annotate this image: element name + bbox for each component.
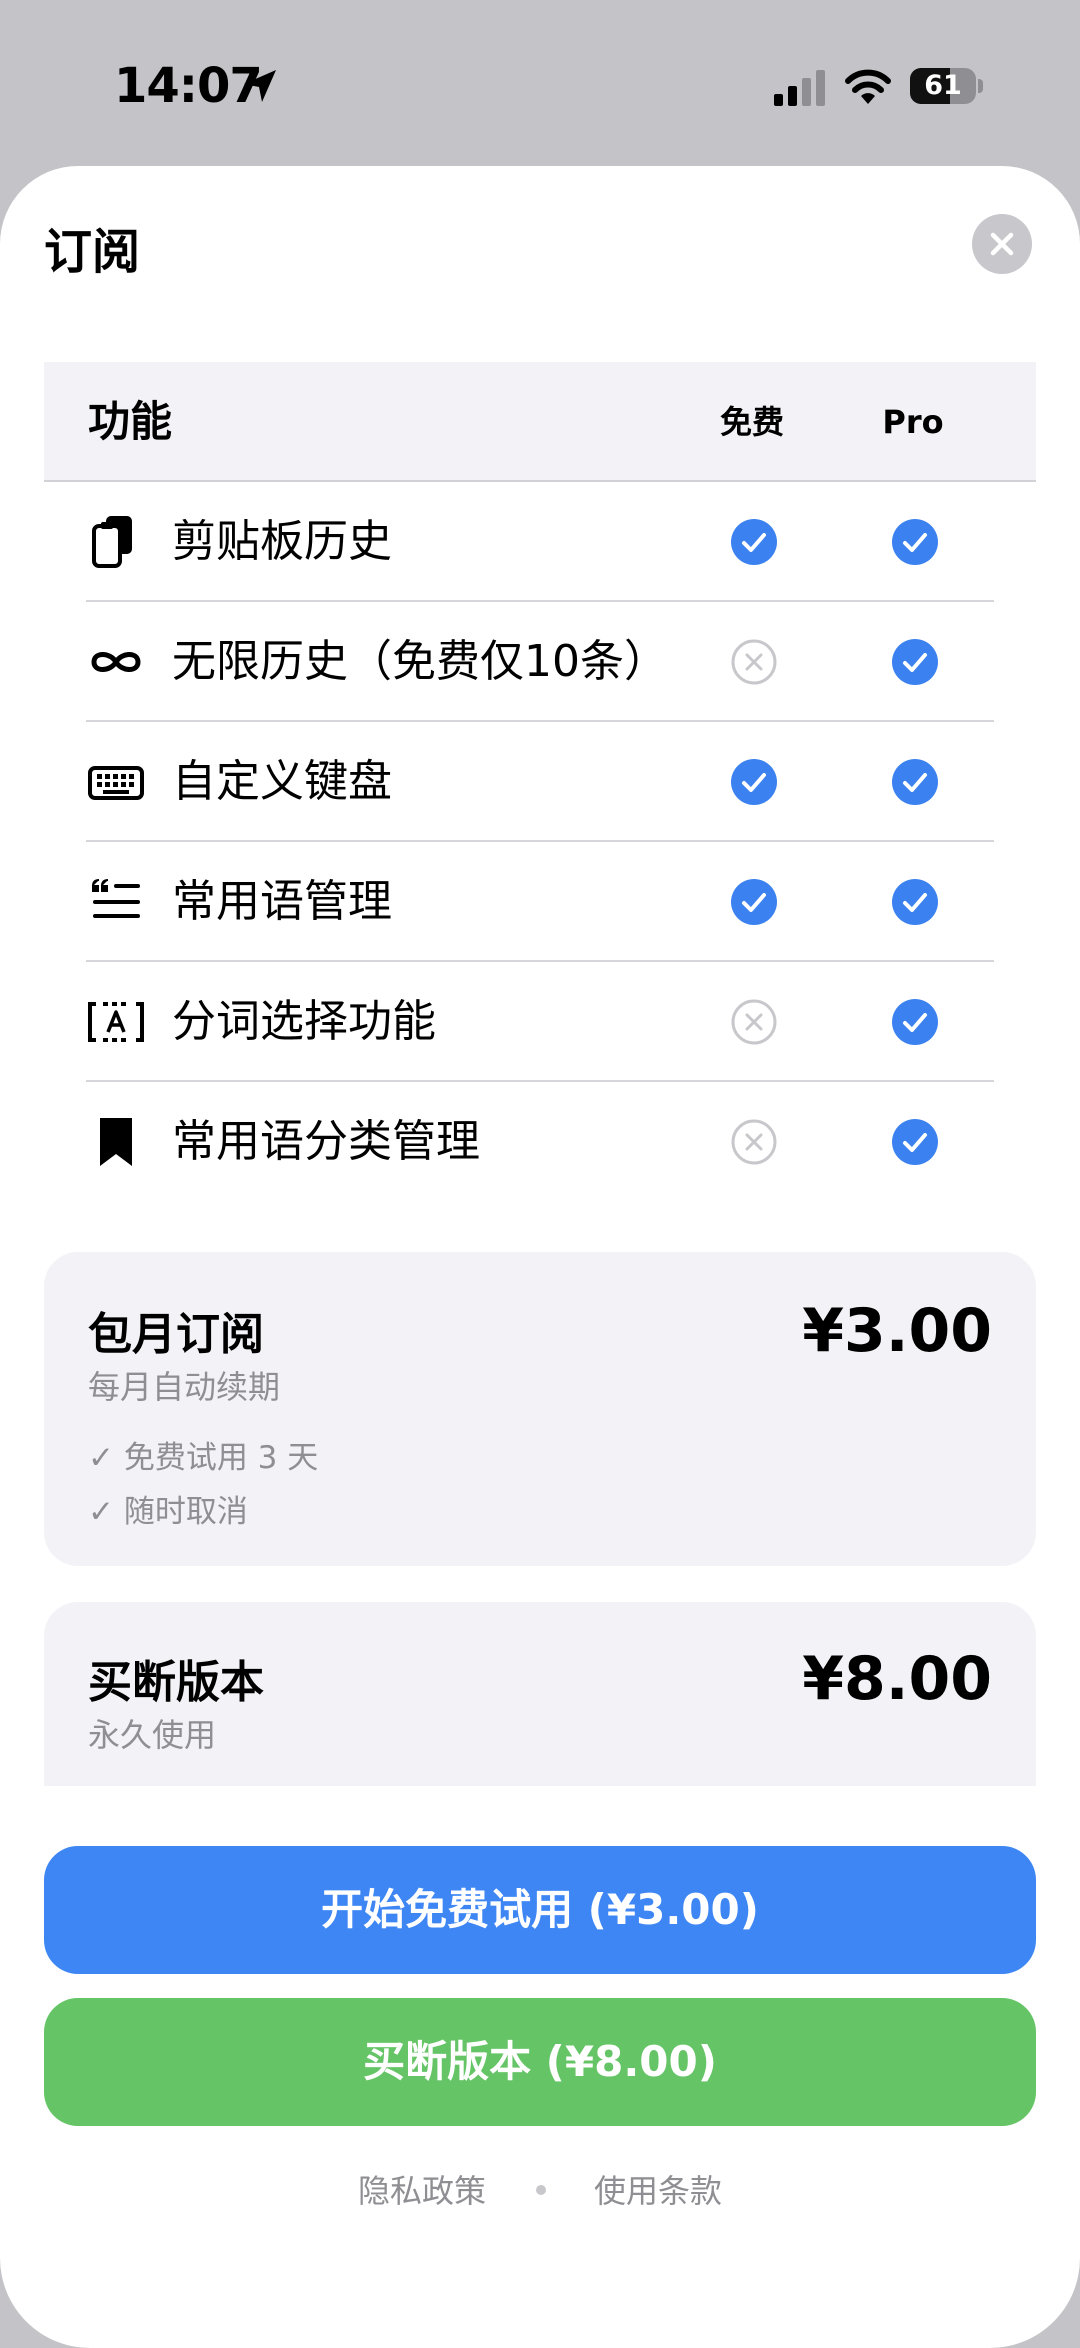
battery-cap <box>978 79 983 93</box>
feature-label: 常用语管理 <box>172 876 392 927</box>
close-button[interactable] <box>972 214 1032 274</box>
check-circle-icon <box>892 759 938 805</box>
plan-price: ¥3.00 <box>802 1296 992 1366</box>
feature-label: 常用语分类管理 <box>172 1116 480 1167</box>
check-circle-icon <box>731 519 777 565</box>
feature-row-clipboard-history: 剪贴板历史 <box>86 482 994 602</box>
check-circle-icon <box>892 999 938 1045</box>
feature-row-phrases: 常用语管理 <box>86 842 994 962</box>
check-circle-icon <box>892 879 938 925</box>
plan-name: 包月订阅 <box>88 1309 264 1360</box>
plan-price: ¥8.00 <box>802 1644 992 1714</box>
feature-row-phrase-categories: 常用语分类管理 <box>86 1082 994 1202</box>
feature-label: 分词选择功能 <box>172 996 436 1047</box>
footer-separator-dot <box>536 2185 546 2195</box>
check-circle-icon <box>892 639 938 685</box>
feature-table-header: 功能 免费 Pro <box>44 362 1036 482</box>
location-arrow-icon <box>244 70 276 102</box>
feature-row-word-segmentation: 分词选择功能 <box>86 962 994 1082</box>
battery-indicator: 61 <box>910 68 984 104</box>
feature-label: 自定义键盘 <box>172 756 392 807</box>
plan-subtitle: 永久使用 <box>88 1716 217 1754</box>
battery-body: 61 <box>910 68 976 104</box>
infinity-icon <box>86 632 146 692</box>
check-circle-icon <box>731 879 777 925</box>
plan-bullet-cancel: ✓ 随时取消 <box>88 1494 248 1530</box>
plan-name: 买断版本 <box>88 1657 264 1708</box>
text-quote-icon <box>86 872 146 932</box>
close-icon <box>990 232 1014 256</box>
check-circle-icon <box>731 759 777 805</box>
start-free-trial-button[interactable]: 开始免费试用 (¥3.00) <box>44 1846 1036 1974</box>
cellular-signal-icon <box>774 70 825 106</box>
x-circle-icon <box>731 639 777 685</box>
column-header-pro: Pro <box>882 403 944 441</box>
buy-lifetime-button[interactable]: 买断版本 (¥8.00) <box>44 1998 1036 2126</box>
plan-subtitle: 每月自动续期 <box>88 1368 281 1406</box>
privacy-policy-link[interactable]: 隐私政策 <box>358 2166 486 2212</box>
clipboard-icon <box>86 512 146 572</box>
check-circle-icon <box>892 1119 938 1165</box>
feature-label: 剪贴板历史 <box>172 516 392 567</box>
text-select-icon <box>86 992 146 1052</box>
feature-row-custom-keyboard: 自定义键盘 <box>86 722 994 842</box>
feature-row-unlimited-history: 无限历史（免费仅10条） <box>86 602 994 722</box>
footer-links: 隐私政策 使用条款 <box>0 2166 1080 2226</box>
keyboard-icon <box>86 752 146 812</box>
column-header-free: 免费 <box>719 403 784 441</box>
status-bar: 14:07 61 <box>0 0 1080 166</box>
plan-card-lifetime[interactable]: 买断版本 永久使用 ¥8.00 <box>44 1602 1036 1786</box>
terms-of-use-link[interactable]: 使用条款 <box>594 2166 722 2212</box>
column-header-feature: 功能 <box>88 397 173 446</box>
check-circle-icon <box>892 519 938 565</box>
sheet-title: 订阅 <box>44 224 141 280</box>
feature-label: 无限历史（免费仅10条） <box>172 636 668 687</box>
wifi-icon <box>845 69 891 104</box>
plan-card-monthly[interactable]: 包月订阅 每月自动续期 ¥3.00 ✓ 免费试用 3 天 ✓ 随时取消 <box>44 1252 1036 1566</box>
x-circle-icon <box>731 999 777 1045</box>
plan-bullet-trial: ✓ 免费试用 3 天 <box>88 1440 319 1476</box>
subscription-sheet: 订阅 功能 免费 Pro 剪贴板历史 无限历史（免费仅10条） 自定义键盘 常用… <box>0 166 1080 2348</box>
bookmark-icon <box>86 1112 146 1172</box>
battery-level-text: 61 <box>924 70 962 101</box>
x-circle-icon <box>731 1119 777 1165</box>
